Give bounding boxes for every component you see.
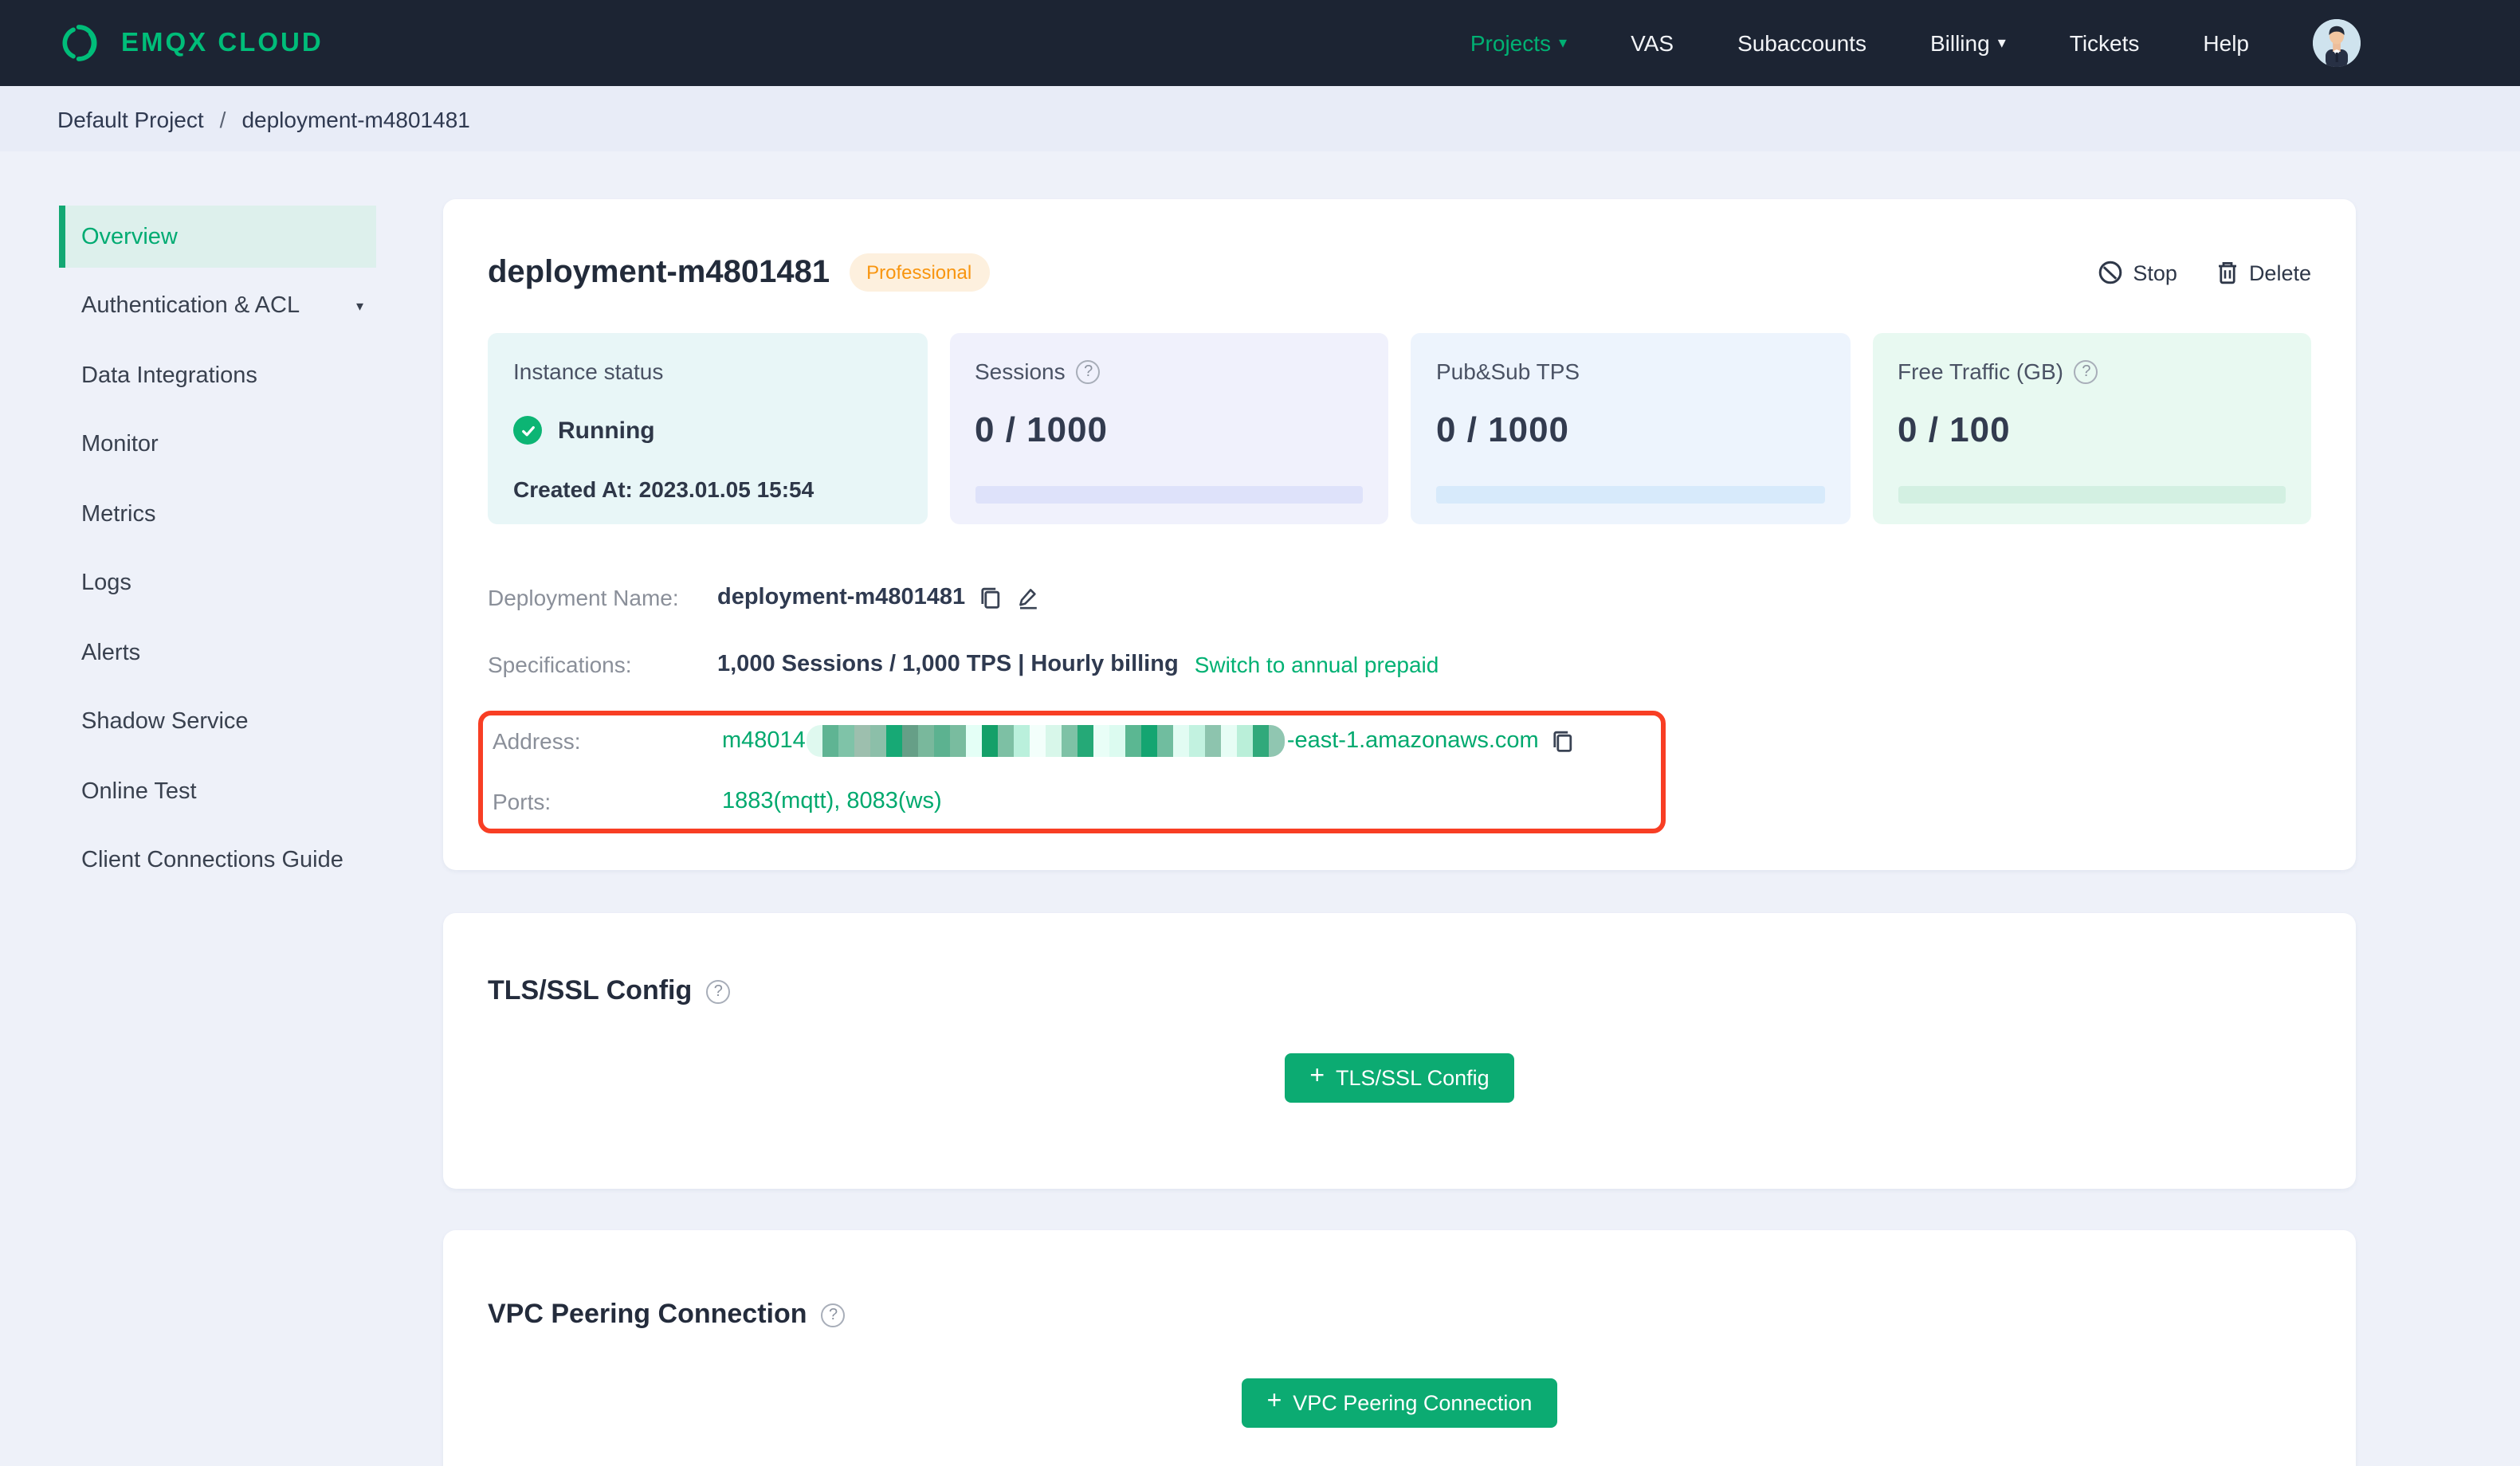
nav-item-vas[interactable]: VAS	[1631, 30, 1674, 56]
tls-ssl-title: TLS/SSL Config	[488, 975, 693, 1005]
sidebar-item-monitor[interactable]: Monitor	[59, 414, 376, 476]
sessions-progress-bar	[975, 486, 1363, 504]
ports-label: Ports:	[493, 789, 551, 814]
pubsub-tps-card: Pub&Sub TPS 0 / 1000	[1411, 333, 1850, 524]
nav-item-subaccounts[interactable]: Subaccounts	[1737, 30, 1866, 56]
address-suffix: -east-1.amazonaws.com	[1286, 728, 1539, 754]
free-traffic-label: Free Traffic (GB)	[1898, 359, 2063, 384]
nav-item-projects[interactable]: Projects ▾	[1470, 30, 1567, 56]
deployment-name-label: Deployment Name:	[488, 585, 679, 610]
deployment-title: deployment-m4801481	[488, 254, 830, 289]
pubsub-tps-progress-bar	[1436, 486, 1824, 504]
trash-icon	[2218, 262, 2236, 284]
ports-value: 1883(mqtt), 8083(ws)	[722, 789, 942, 814]
brand[interactable]: EMQX CLOUD	[57, 22, 324, 64]
deployment-name-row: Deployment Name: deployment-m4801481	[488, 582, 2311, 613]
created-at-text: Created At: 2023.01.05 15:54	[513, 476, 814, 502]
copy-address-icon[interactable]	[1552, 729, 1576, 753]
sidebar-item-logs[interactable]: Logs	[59, 552, 376, 614]
ports-row: Ports: 1883(mqtt), 8083(ws)	[493, 786, 1661, 817]
nav-menu: Projects ▾ VAS Subaccounts Billing ▾ Tic…	[1470, 19, 2361, 67]
top-navbar: EMQX CLOUD Projects ▾ VAS Subaccounts Bi…	[0, 0, 2520, 86]
sessions-label: Sessions	[975, 359, 1066, 384]
edit-name-icon[interactable]	[1015, 585, 1040, 610]
breadcrumb-project[interactable]: Default Project	[57, 106, 204, 131]
plus-icon: +	[1266, 1387, 1282, 1414]
delete-button[interactable]: Delete	[2216, 260, 2311, 285]
free-traffic-card: Free Traffic (GB) ? 0 / 100	[1872, 333, 2311, 524]
deployment-actions: Stop Delete	[2098, 260, 2311, 285]
breadcrumb-separator: /	[219, 106, 226, 131]
instance-status-card: Instance status Running Created At: 2023…	[488, 333, 927, 524]
specifications-label: Specifications:	[488, 652, 632, 677]
add-tls-ssl-config-button[interactable]: + TLS/SSL Config	[1284, 1053, 1515, 1103]
sidebar-item-shadow-service[interactable]: Shadow Service	[59, 691, 376, 753]
vpc-peering-help-icon[interactable]: ?	[821, 1303, 846, 1327]
address-prefix: m48014	[722, 728, 806, 754]
vpc-peering-title: VPC Peering Connection	[488, 1299, 807, 1329]
stats-row: Instance status Running Created At: 2023…	[488, 333, 2311, 524]
pubsub-tps-label: Pub&Sub TPS	[1436, 359, 1580, 384]
deployment-name-value: deployment-m4801481	[717, 585, 966, 610]
emqx-cloud-console: EMQX CLOUD Projects ▾ VAS Subaccounts Bi…	[0, 0, 2520, 1466]
sessions-value: 0 / 1000	[975, 410, 1109, 449]
brand-name: EMQX CLOUD	[121, 28, 324, 57]
check-circle-icon	[513, 416, 542, 445]
nav-item-help[interactable]: Help	[2203, 30, 2249, 56]
sessions-help-icon[interactable]: ?	[1076, 359, 1101, 383]
chevron-down-icon: ▾	[1997, 35, 2006, 53]
breadcrumb: Default Project / deployment-m4801481	[0, 86, 2520, 151]
stop-button[interactable]: Stop	[2098, 260, 2177, 285]
plan-badge: Professional	[849, 253, 990, 292]
chevron-down-icon: ▾	[1559, 35, 1568, 53]
emqx-logo-icon	[62, 25, 97, 61]
breadcrumb-current: deployment-m4801481	[241, 106, 470, 131]
tls-ssl-section: TLS/SSL Config ? + TLS/SSL Config	[443, 913, 2356, 1189]
pubsub-tps-value: 0 / 1000	[1436, 410, 1570, 449]
sidebar-item-overview[interactable]: Overview	[59, 206, 376, 268]
sidebar-item-client-connections-guide[interactable]: Client Connections Guide	[59, 829, 376, 892]
specifications-row: Specifications: 1,000 Sessions / 1,000 T…	[488, 649, 2311, 680]
sidebar: Overview Authentication & ACL ▾ Data Int…	[59, 206, 376, 899]
sidebar-item-metrics[interactable]: Metrics	[59, 483, 376, 545]
copy-name-icon[interactable]	[978, 586, 1002, 610]
chevron-down-icon: ▾	[355, 297, 363, 313]
add-vpc-peering-button[interactable]: + VPC Peering Connection	[1241, 1378, 1558, 1428]
deployment-overview-card: deployment-m4801481 Professional Stop De…	[443, 199, 2356, 870]
free-traffic-help-icon[interactable]: ?	[2074, 359, 2098, 383]
sidebar-item-online-test[interactable]: Online Test	[59, 760, 376, 822]
specifications-value: 1,000 Sessions / 1,000 TPS | Hourly bill…	[717, 652, 1179, 677]
instance-status-value: Running	[513, 416, 901, 445]
address-row: Address: m48014 -east-1.amazonaws.com	[493, 725, 1661, 757]
sidebar-item-authentication-acl[interactable]: Authentication & ACL ▾	[59, 275, 376, 337]
stop-icon	[2099, 261, 2122, 284]
vpc-peering-section: VPC Peering Connection ? + VPC Peering C…	[443, 1230, 2356, 1466]
switch-annual-prepaid-link[interactable]: Switch to annual prepaid	[1195, 652, 1439, 677]
nav-item-tickets[interactable]: Tickets	[2070, 30, 2140, 56]
instance-status-label: Instance status	[513, 359, 664, 384]
running-status-text: Running	[558, 417, 655, 444]
deployment-header: deployment-m4801481 Professional Stop De…	[488, 199, 2311, 295]
tls-ssl-help-icon[interactable]: ?	[706, 979, 731, 1003]
address-highlight-annotation: Address: m48014 -east-1.amazonaws.com Po…	[478, 711, 1666, 833]
address-label: Address:	[493, 728, 581, 754]
free-traffic-value: 0 / 100	[1898, 410, 2011, 449]
user-avatar[interactable]	[2313, 19, 2361, 67]
sidebar-item-data-integrations[interactable]: Data Integrations	[59, 344, 376, 406]
sidebar-item-alerts[interactable]: Alerts	[59, 621, 376, 684]
main-content: deployment-m4801481 Professional Stop De…	[443, 199, 2356, 1466]
sessions-card: Sessions ? 0 / 1000	[949, 333, 1388, 524]
address-redaction	[807, 725, 1286, 757]
avatar-illustration	[2313, 19, 2361, 67]
free-traffic-progress-bar	[1898, 486, 2286, 504]
plus-icon: +	[1309, 1062, 1325, 1089]
nav-item-billing[interactable]: Billing ▾	[1930, 30, 2006, 56]
